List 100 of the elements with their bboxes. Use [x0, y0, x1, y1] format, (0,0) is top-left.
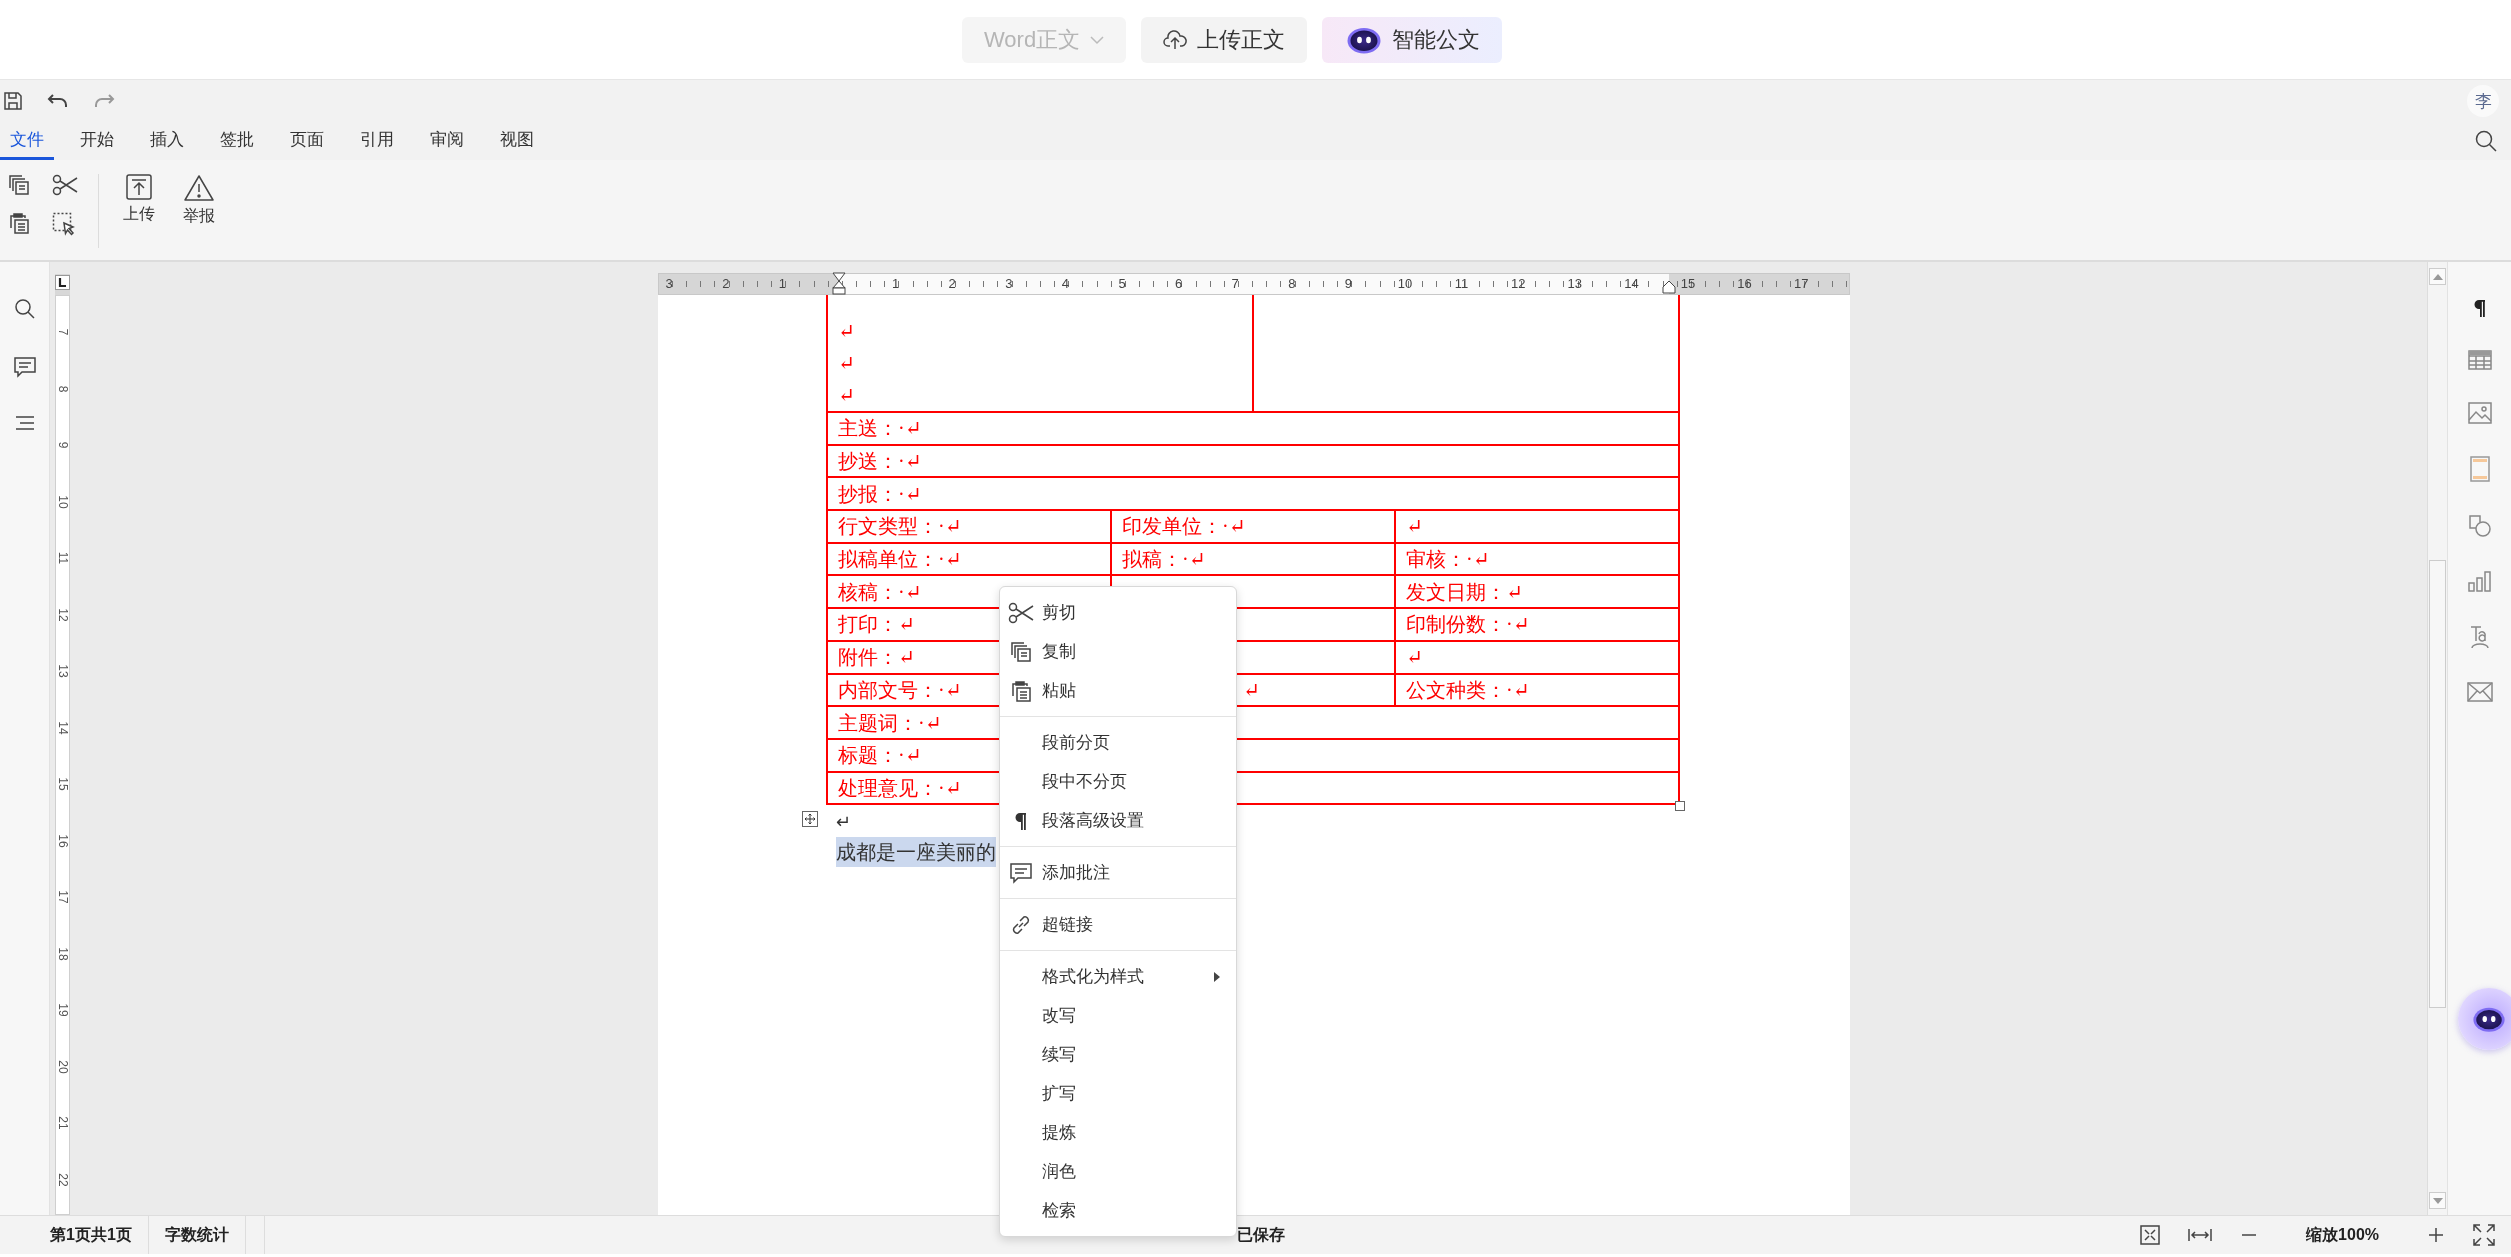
- comment-icon[interactable]: [12, 356, 37, 378]
- scroll-down-icon[interactable]: [2429, 1192, 2446, 1209]
- table-cell: 行文类型：·↵: [827, 510, 1111, 543]
- ruler-number: 18: [56, 946, 69, 961]
- menu-item[interactable]: 提炼: [1000, 1113, 1236, 1152]
- ribbon-tab[interactable]: 视图: [490, 122, 544, 160]
- comment-icon: [1009, 861, 1033, 884]
- ruler-number: 21: [56, 1115, 69, 1131]
- scissors-icon: [1008, 601, 1034, 624]
- menu-item[interactable]: 超链接: [1000, 905, 1236, 944]
- image-icon[interactable]: [2467, 402, 2492, 424]
- ruler-number: 20: [56, 1059, 69, 1074]
- user-avatar[interactable]: 李: [2467, 85, 2499, 117]
- ribbon-tab[interactable]: 页面: [280, 122, 334, 160]
- scissors-icon[interactable]: [52, 174, 78, 196]
- fit-page-icon[interactable]: [2140, 1225, 2161, 1245]
- select-icon[interactable]: [52, 212, 76, 236]
- ruler-number: 13: [56, 663, 69, 679]
- menu-item[interactable]: 续写: [1000, 1035, 1236, 1074]
- ruler-number: 2: [948, 276, 956, 292]
- scroll-up-icon[interactable]: [2429, 268, 2446, 285]
- table-cell: 审核：·↵: [1395, 542, 1679, 576]
- resize-handle[interactable]: [1675, 801, 1685, 811]
- upload-button[interactable]: 上传正文: [1141, 16, 1308, 63]
- ruler-number: 4: [1061, 276, 1069, 292]
- ribbon-tab[interactable]: 插入: [140, 122, 194, 160]
- ruler-number: 16: [56, 833, 69, 848]
- ruler-number: 14: [56, 720, 69, 735]
- table-cell: ↵: [1395, 510, 1679, 543]
- table-cell: 发文日期：↵: [1395, 575, 1679, 609]
- paste-icon[interactable]: [8, 212, 30, 234]
- text-style-icon[interactable]: [2468, 624, 2491, 650]
- selected-text: 成都是一座美丽的: [836, 837, 996, 868]
- ruler-number: 11: [1454, 276, 1469, 292]
- word-count-button[interactable]: 字数统计: [148, 1216, 246, 1254]
- table-icon[interactable]: [2467, 350, 2492, 370]
- paste-icon: [1010, 679, 1032, 702]
- ai-button[interactable]: 智能公文: [1322, 16, 1503, 63]
- ruler-number: 3: [1005, 276, 1013, 292]
- ruler-number: 8: [56, 384, 69, 394]
- shapes-icon[interactable]: [2467, 514, 2492, 538]
- warning-icon: [183, 174, 215, 202]
- search-icon[interactable]: [2475, 130, 2497, 152]
- pilcrow-icon: [1013, 810, 1029, 831]
- menu-item[interactable]: 润色: [1000, 1152, 1236, 1191]
- ruler-number: 2: [722, 276, 730, 292]
- undo-icon[interactable]: [47, 93, 69, 109]
- pilcrow-icon[interactable]: [2471, 298, 2488, 318]
- menu-item[interactable]: 格式化为样式: [1000, 957, 1236, 996]
- ruler-number: 15: [56, 776, 69, 792]
- ribbon-tab[interactable]: 审阅: [420, 122, 474, 160]
- menu-item[interactable]: 检索: [1000, 1191, 1236, 1230]
- ruler-number: 7: [56, 327, 69, 338]
- menu-item[interactable]: 扩写: [1000, 1074, 1236, 1113]
- tab-stop-icon[interactable]: [55, 275, 70, 290]
- upload-icon: [126, 174, 152, 200]
- copy-icon[interactable]: [8, 174, 30, 196]
- scroll-thumb[interactable]: [2429, 560, 2446, 1008]
- outline-icon[interactable]: [13, 414, 36, 432]
- ruler-number: 3: [665, 276, 673, 292]
- paragraph-mark: ↵: [838, 319, 856, 344]
- chart-icon[interactable]: [2467, 570, 2492, 592]
- save-status: 已保存: [1237, 1224, 1285, 1245]
- fit-width-icon[interactable]: [2188, 1227, 2213, 1243]
- ribbon-tab[interactable]: 签批: [210, 122, 264, 160]
- save-icon[interactable]: [3, 91, 23, 111]
- report-tool[interactable]: 举报: [175, 174, 223, 227]
- ruler-number: 10: [1397, 276, 1413, 292]
- menu-item[interactable]: 改写: [1000, 996, 1236, 1035]
- ribbon-tab[interactable]: 开始: [70, 122, 124, 160]
- ruler-number: 1: [892, 276, 900, 292]
- table-cell: 拟稿单位：·↵: [827, 542, 1111, 576]
- scrollbar[interactable]: [2427, 262, 2447, 1215]
- paragraph-mark: ↵: [838, 351, 856, 376]
- ruler-number: 1: [778, 276, 786, 292]
- table-cell: 抄报：·↵: [827, 477, 1679, 511]
- ruler-number: 10: [56, 494, 69, 509]
- ruler-number: 17: [56, 889, 69, 905]
- ruler-number: 17: [1793, 276, 1809, 292]
- ruler-number: 14: [1624, 276, 1639, 292]
- move-handle-icon[interactable]: [802, 811, 818, 828]
- ruler-number: 9: [56, 440, 69, 451]
- mail-icon[interactable]: [2466, 682, 2493, 702]
- ruler-number: 19: [56, 1002, 69, 1018]
- ribbon-tab[interactable]: 引用: [350, 122, 404, 160]
- menu-item[interactable]: 添加批注: [1000, 853, 1236, 892]
- fullscreen-icon[interactable]: [2473, 1224, 2495, 1246]
- zoom-in-icon[interactable]: [2427, 1226, 2445, 1244]
- upload-tool[interactable]: 上传: [115, 174, 163, 225]
- table-cell: 印发单位：·↵: [1111, 510, 1395, 543]
- ruler-number: 16: [1737, 276, 1752, 292]
- ruler-number: 12: [56, 607, 69, 622]
- ruler-number: 8: [1288, 276, 1296, 292]
- chevron-down-icon: [1090, 34, 1105, 45]
- ruler-number: 7: [1231, 276, 1239, 292]
- redo-icon[interactable]: [93, 93, 115, 109]
- ruler-number: 12: [1510, 276, 1526, 292]
- indent-marker-icon[interactable]: [832, 272, 846, 296]
- page-count: 第1页共1页: [0, 1216, 149, 1254]
- search-icon[interactable]: [13, 298, 36, 320]
